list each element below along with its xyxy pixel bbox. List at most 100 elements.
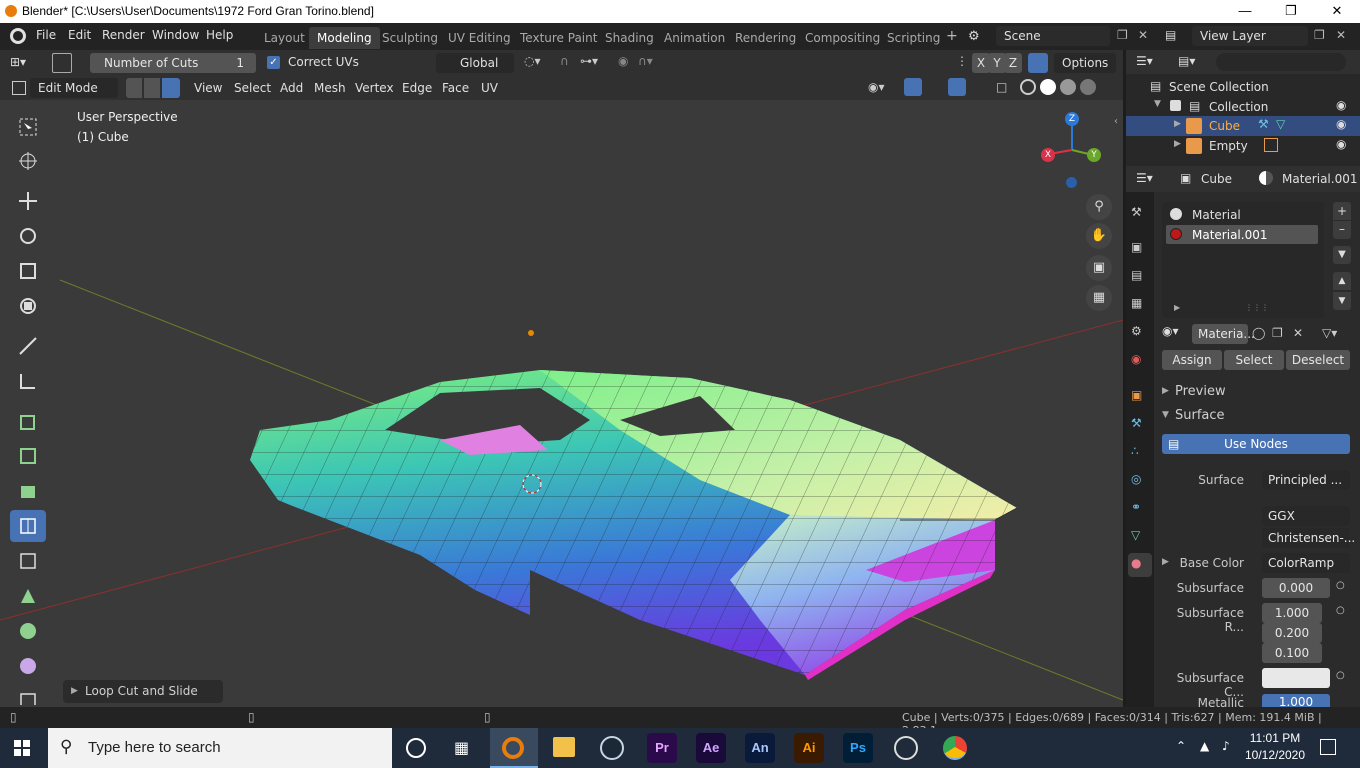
- tab-shading[interactable]: Shading: [597, 27, 662, 49]
- menu-view[interactable]: View: [194, 81, 222, 95]
- list-resize-handle-icon[interactable]: ⋮⋮⋮: [1245, 303, 1269, 312]
- illustrator-icon[interactable]: Ai: [794, 733, 824, 763]
- subsurface-radius-y[interactable]: 0.200: [1262, 623, 1322, 643]
- outliner-row-scene-collection[interactable]: ▤ Scene Collection: [1126, 77, 1360, 97]
- material-tab-icon[interactable]: ●: [1131, 556, 1149, 574]
- tab-scripting[interactable]: Scripting: [879, 27, 948, 49]
- pivot-point-icon[interactable]: ◌▾: [524, 54, 541, 68]
- move-slot-up-icon[interactable]: ▲: [1333, 272, 1351, 290]
- empty-eye-icon[interactable]: ◉: [1336, 137, 1346, 151]
- cube-eye-icon[interactable]: ◉: [1336, 117, 1346, 131]
- falloff-icon[interactable]: ∩▾: [638, 54, 653, 68]
- menu-select[interactable]: Select: [234, 81, 271, 95]
- subsurface-radius-x[interactable]: 1.000: [1262, 603, 1322, 623]
- outliner-row-empty[interactable]: ▶ Empty ◉: [1126, 136, 1360, 156]
- view-layer-selector[interactable]: View Layer: [1192, 26, 1308, 46]
- vertex-select-icon[interactable]: [126, 78, 142, 98]
- world-tab-icon[interactable]: ◉: [1131, 352, 1149, 370]
- number-of-cuts-field[interactable]: Number of Cuts 1: [90, 53, 256, 73]
- material-browse-icon[interactable]: ◉▾: [1162, 324, 1190, 344]
- new-scene-icon[interactable]: ❐: [1117, 28, 1128, 42]
- expand-arrow-icon[interactable]: ▶: [1174, 139, 1181, 149]
- editor-type-icon[interactable]: ⊞▾: [10, 55, 26, 69]
- network-icon[interactable]: ▲: [1200, 739, 1209, 753]
- menu-edit[interactable]: Edit: [68, 28, 91, 42]
- view-layer-tab-icon[interactable]: ▦: [1131, 296, 1149, 314]
- constraints-tab-icon[interactable]: ⚭: [1131, 500, 1149, 518]
- remove-view-layer-icon[interactable]: ✕: [1336, 28, 1346, 42]
- tab-modeling[interactable]: Modeling: [309, 27, 380, 49]
- assign-button[interactable]: Assign: [1162, 350, 1222, 370]
- pan-hand-icon[interactable]: ✋: [1086, 223, 1112, 249]
- menu-face[interactable]: Face: [442, 81, 469, 95]
- tab-compositing[interactable]: Compositing: [797, 27, 888, 49]
- move-slot-down-icon[interactable]: ▼: [1333, 292, 1351, 310]
- premiere-icon[interactable]: Pr: [647, 733, 677, 763]
- animate-icon[interactable]: An: [745, 733, 775, 763]
- menu-vertex[interactable]: Vertex: [355, 81, 394, 95]
- menu-file[interactable]: File: [36, 28, 56, 42]
- material-name-field[interactable]: Materia...: [1192, 324, 1255, 344]
- extrude-tool[interactable]: [10, 440, 46, 472]
- inset-tool[interactable]: [10, 475, 46, 507]
- select-button[interactable]: Select: [1224, 350, 1284, 370]
- tool-tab-icon[interactable]: ⚒: [1131, 205, 1149, 223]
- duplicate-material-icon[interactable]: ❐: [1272, 326, 1283, 340]
- tab-animation[interactable]: Animation: [656, 27, 733, 49]
- scale-tool[interactable]: [10, 255, 46, 287]
- task-view-icon[interactable]: ▦: [454, 738, 469, 757]
- list-expand-icon[interactable]: ▶: [1174, 303, 1180, 312]
- menu-help[interactable]: Help: [206, 28, 233, 42]
- select-box-tool[interactable]: [10, 111, 46, 143]
- mirror-z-toggle[interactable]: Z: [1004, 53, 1022, 73]
- surface-shader-field[interactable]: Principled ...: [1262, 470, 1350, 490]
- menu-add[interactable]: Add: [280, 81, 303, 95]
- solid-shading-icon[interactable]: [1040, 79, 1056, 95]
- measure-tool[interactable]: [10, 365, 46, 397]
- rendered-shading-icon[interactable]: [1080, 79, 1096, 95]
- use-nodes-button[interactable]: ▤ Use Nodes: [1162, 434, 1350, 454]
- render-tab-icon[interactable]: ▣: [1131, 240, 1149, 258]
- menu-window[interactable]: Window: [152, 28, 199, 42]
- taskbar-clock[interactable]: 11:01 PM 10/12/2020: [1240, 730, 1310, 764]
- add-cube-tool[interactable]: [10, 405, 46, 437]
- scene-icon[interactable]: ⚙: [968, 29, 986, 45]
- material-shading-icon[interactable]: [1060, 79, 1076, 95]
- remove-slot-icon[interactable]: –: [1333, 221, 1351, 239]
- link-type-icon[interactable]: ▽▾: [1322, 326, 1337, 340]
- subsurface-color-swatch[interactable]: [1262, 668, 1330, 688]
- transform-orientation-dropdown[interactable]: Global: [436, 53, 514, 73]
- proportional-edit-icon[interactable]: ◉: [618, 54, 628, 68]
- taskbar-search-box[interactable]: ⚲ Type here to search: [48, 728, 392, 768]
- snap-target-icon[interactable]: ⊶▾: [580, 54, 598, 68]
- particles-tab-icon[interactable]: ∴: [1131, 444, 1149, 462]
- minimize-icon[interactable]: —: [1222, 0, 1268, 23]
- volume-icon[interactable]: ♪: [1222, 739, 1230, 753]
- surface-panel-header[interactable]: ▼ Surface: [1162, 408, 1352, 426]
- output-tab-icon[interactable]: ▤: [1131, 268, 1149, 286]
- windows-start-icon[interactable]: [14, 740, 30, 756]
- add-slot-icon[interactable]: +: [1333, 202, 1351, 220]
- subsurface-socket-icon[interactable]: ○: [1336, 580, 1345, 591]
- view-layer-icon[interactable]: ▤: [1165, 28, 1176, 42]
- edge-select-icon[interactable]: [144, 78, 160, 98]
- metallic-slider[interactable]: 1.000: [1262, 694, 1330, 707]
- subsurface-value-field[interactable]: 0.000: [1262, 578, 1330, 598]
- face-select-icon[interactable]: [162, 78, 180, 98]
- material-slot-item-selected[interactable]: Material.001: [1166, 225, 1318, 244]
- steam-icon[interactable]: [600, 736, 624, 760]
- outliner-editor-icon[interactable]: ☰▾: [1136, 54, 1153, 68]
- outliner-row-collection[interactable]: ▼ ▤ Collection ◉: [1126, 97, 1360, 117]
- collection-eye-icon[interactable]: ◉: [1336, 98, 1346, 112]
- zoom-icon[interactable]: ⚲: [1086, 194, 1112, 220]
- xray-icon[interactable]: □: [996, 80, 1007, 94]
- last-operator-panel[interactable]: ▶ Loop Cut and Slide: [63, 680, 223, 703]
- axis-z-icon[interactable]: Z: [1065, 112, 1079, 126]
- maximize-icon[interactable]: ❐: [1268, 0, 1314, 23]
- overlay-toggle-icon[interactable]: [948, 78, 966, 96]
- axis-neg-z-icon[interactable]: [1066, 177, 1077, 188]
- deselect-button[interactable]: Deselect: [1286, 350, 1350, 370]
- file-explorer-icon[interactable]: [553, 737, 575, 757]
- notification-icon[interactable]: [1320, 739, 1336, 755]
- object-tab-icon[interactable]: ▣: [1131, 388, 1149, 406]
